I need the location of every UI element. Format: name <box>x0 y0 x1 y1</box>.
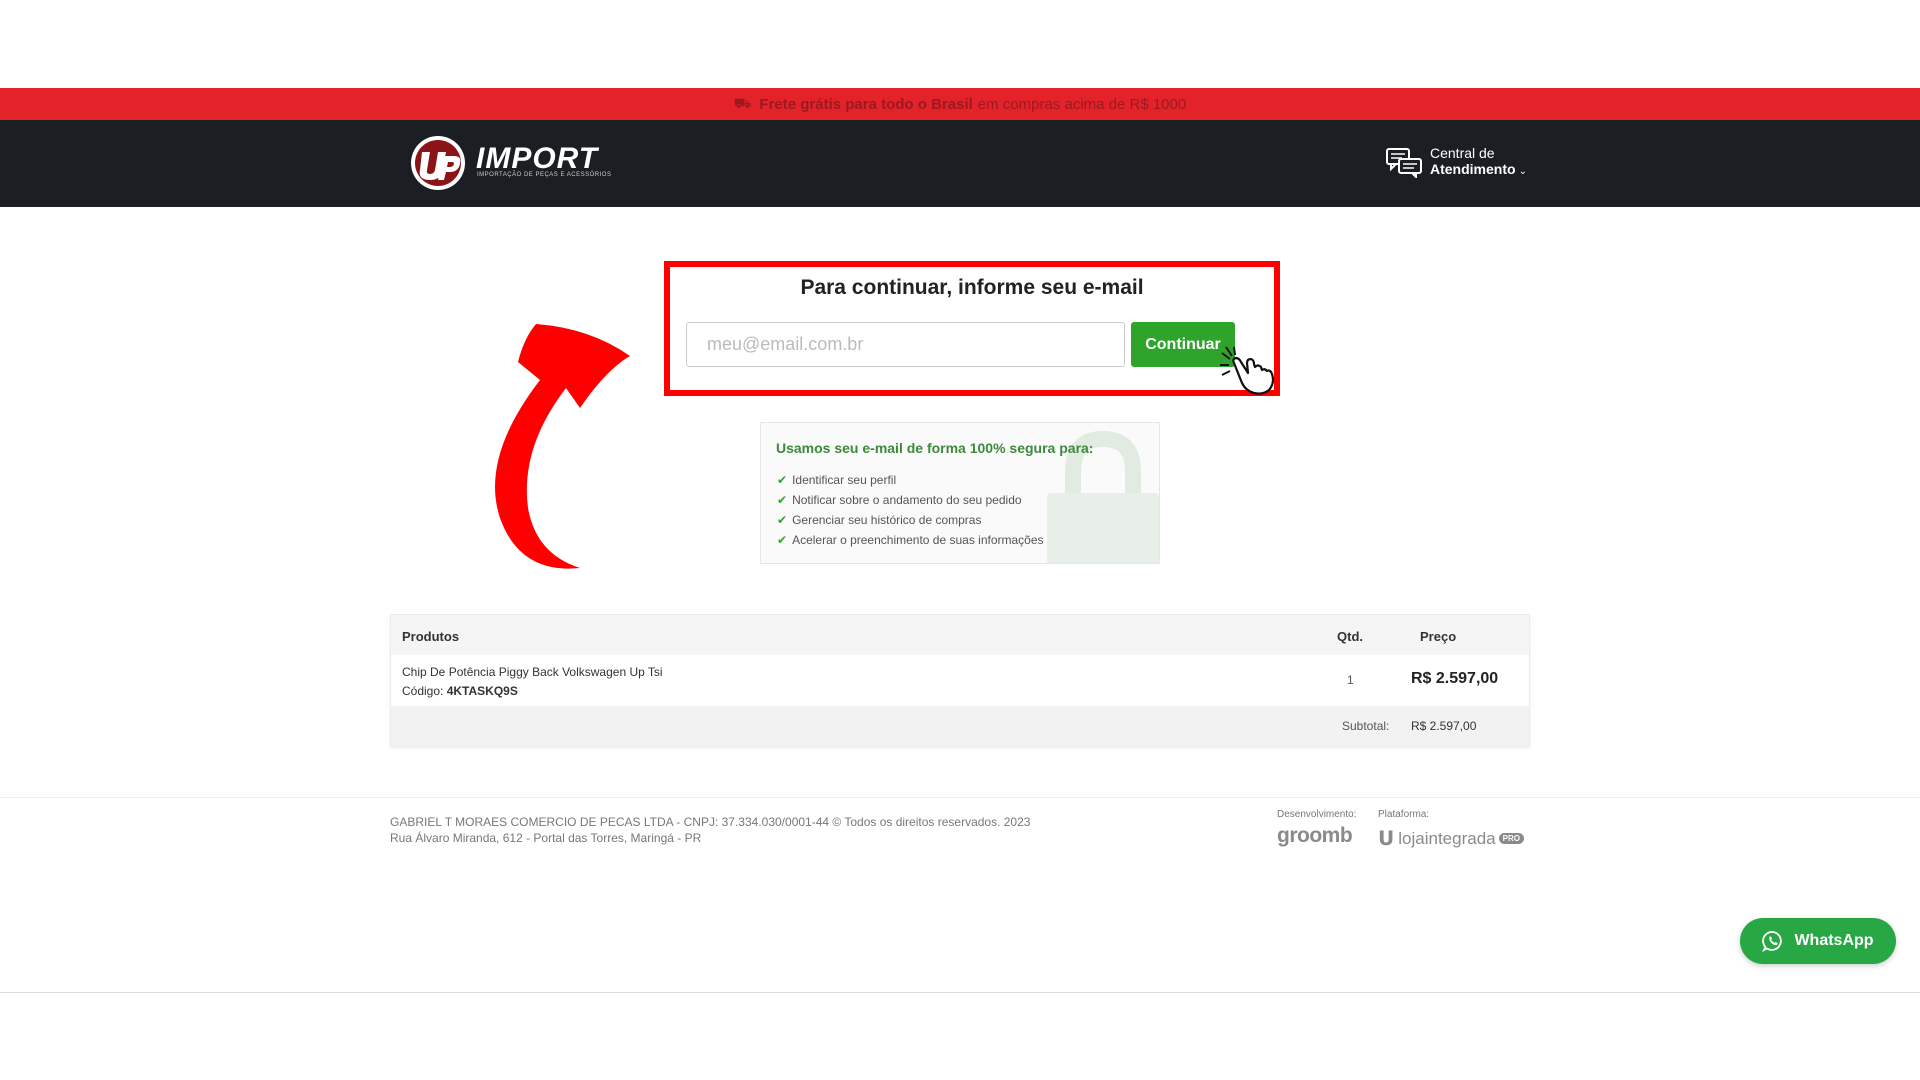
email-title: Para continuar, informe seu e-mail <box>800 276 1144 299</box>
logo-wordmark: IMPORT <box>476 142 599 175</box>
subtotal-label: Subtotal: <box>1342 719 1390 733</box>
table-row <box>391 655 1529 706</box>
check-icon: ✔ <box>777 493 788 507</box>
security-list: ✔ Identificar seu perfil ✔ Notificar sobre… <box>777 470 1044 550</box>
whatsapp-label: WhatsApp <box>1794 932 1874 949</box>
security-info-panel: Usamos seu e-mail de forma 100% segura p… <box>760 422 1160 564</box>
col-qty: Qtd. <box>1337 629 1363 644</box>
logo-subtitle: IMPORTAÇÃO DE PEÇAS E ACESSÓRIOS <box>477 172 612 178</box>
list-item: ✔ Acelerar o preenchimento de suas inform… <box>777 530 1044 550</box>
support-line1: Central de <box>1430 145 1495 161</box>
list-item: ✔ Identificar seu perfil <box>777 470 1044 490</box>
col-products: Produtos <box>402 629 460 644</box>
lojaintegrada-logo[interactable]: ᑌ lojaintegrada PRO <box>1378 826 1524 851</box>
subtotal-value: R$ 2.597,00 <box>1411 719 1477 733</box>
product-code: Código: 4KTASKQ9S <box>402 684 518 698</box>
col-price: Preço <box>1420 629 1457 644</box>
hand-pointer-icon <box>1220 346 1275 395</box>
product-name: Chip De Potência Piggy Back Volkswagen U… <box>402 665 663 679</box>
bottom-divider <box>0 992 1920 993</box>
footer-divider <box>0 797 1920 798</box>
promo-bar: ⛟ Frete grátis para todo o Brasil em com… <box>0 88 1920 120</box>
check-icon: ✔ <box>777 473 788 487</box>
support-line2: Atendimento <box>1430 161 1516 177</box>
top-blank-area <box>0 0 1920 88</box>
check-icon: ✔ <box>777 533 788 547</box>
cart-summary-table: Produtos Qtd. Preço Chip De Potência Pig… <box>390 614 1530 747</box>
check-icon: ✔ <box>777 513 788 527</box>
lojaintegrada-mark-icon: ᑌ <box>1378 828 1395 850</box>
pro-badge: PRO <box>1498 833 1524 844</box>
footer-company-info: GABRIEL T MORAES COMERCIO DE PECAS LTDA … <box>390 814 1030 846</box>
chevron-down-icon: ⌄ <box>1518 166 1527 177</box>
chat-icon <box>1386 147 1422 178</box>
platform-label: Plataforma: <box>1378 809 1430 820</box>
dev-label: Desenvolvimento: <box>1277 809 1357 820</box>
promo-rest-text: em compras acima de R$ 1000 <box>977 95 1187 113</box>
security-title: Usamos seu e-mail de forma 100% segura p… <box>776 440 1094 456</box>
promo-bold-text: Frete grátis para todo o Brasil <box>759 95 973 113</box>
list-item: ✔ Gerenciar seu histórico de compras <box>777 510 1044 530</box>
site-header <box>0 120 1920 207</box>
whatsapp-button[interactable]: WhatsApp <box>1740 918 1896 964</box>
groomb-logo[interactable]: groomb <box>1277 824 1353 848</box>
whatsapp-icon <box>1762 931 1783 952</box>
truck-icon: ⛟ <box>733 94 752 111</box>
footer-line1: GABRIEL T MORAES COMERCIO DE PECAS LTDA … <box>390 815 1031 829</box>
list-item: ✔ Notificar sobre o andamento do seu pedi… <box>777 490 1044 510</box>
email-input[interactable] <box>686 322 1125 367</box>
footer-line2: Rua Álvaro Miranda, 612 - Portal das Tor… <box>390 831 702 845</box>
red-arrow <box>495 324 630 569</box>
product-price: R$ 2.597,00 <box>1411 670 1499 687</box>
support-menu[interactable]: Central de Atendimento ⌄ <box>1386 145 1527 180</box>
product-qty: 1 <box>1347 673 1354 687</box>
